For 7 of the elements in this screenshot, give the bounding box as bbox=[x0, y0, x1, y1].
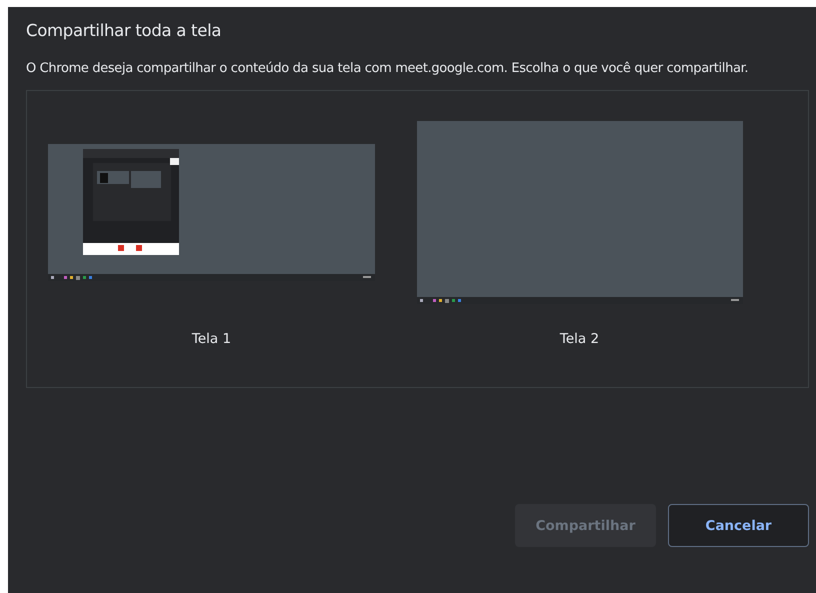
screen-label: Tela 2 bbox=[560, 331, 600, 347]
desktop-thumbnail-drawing[interactable] bbox=[416, 120, 742, 304]
screen-label: Tela 1 bbox=[192, 331, 232, 347]
desktop-thumbnail-drawing[interactable] bbox=[48, 144, 375, 280]
dialog-title: Compartilhar toda a tela bbox=[26, 20, 222, 42]
dialog-description: O Chrome deseja compartilhar o conteúdo da sua tela com meet.google.com. Escolha o que você quer compartilhar. bbox=[26, 60, 750, 78]
cancel-button[interactable]: Cancelar bbox=[668, 504, 809, 547]
